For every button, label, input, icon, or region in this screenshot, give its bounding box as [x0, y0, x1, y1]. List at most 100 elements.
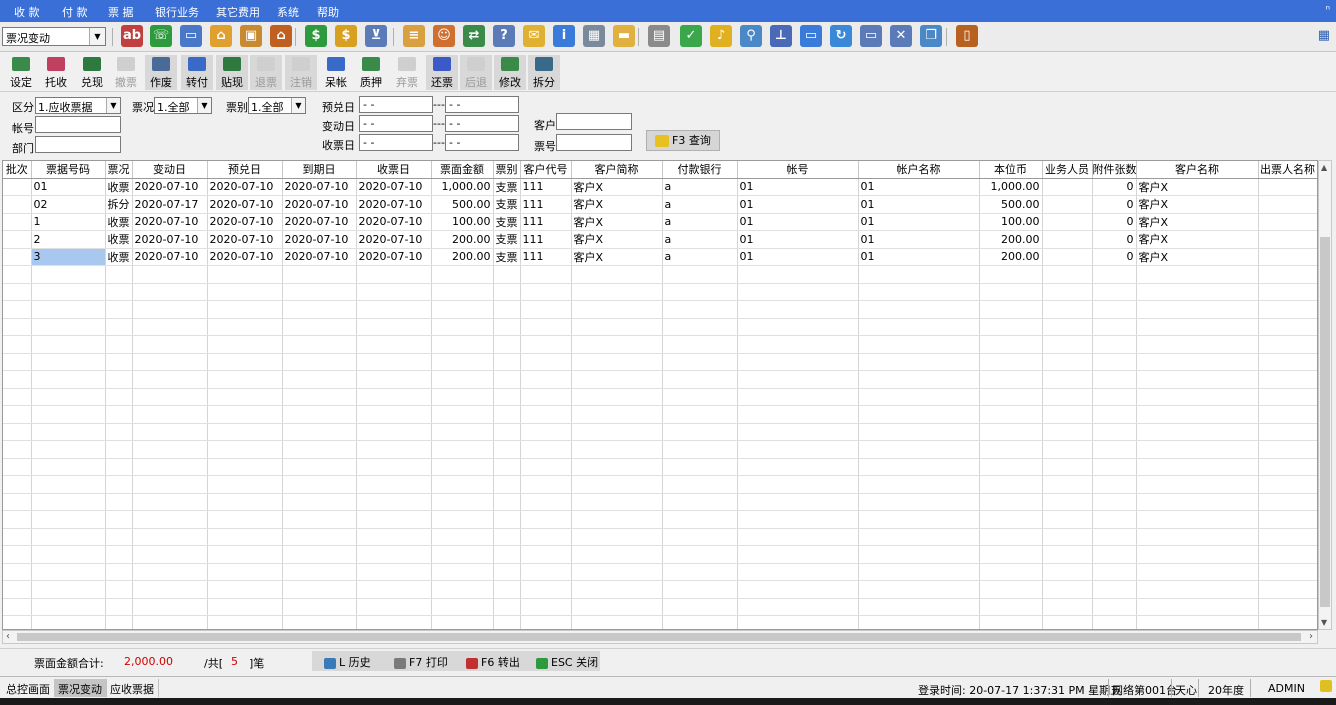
search-icon[interactable]: ⚲ [740, 25, 762, 47]
table-cell[interactable] [207, 580, 283, 599]
table-cell[interactable] [282, 265, 357, 284]
table-cell[interactable] [737, 598, 859, 616]
menu-help[interactable]: 帮助 [317, 4, 339, 20]
table-cell[interactable] [356, 388, 432, 406]
window-icon[interactable]: ▭ [860, 25, 882, 47]
table-cell[interactable] [979, 458, 1043, 476]
horizontal-scrollbar[interactable]: ‹ › [2, 630, 1318, 644]
table-row[interactable] [3, 405, 1317, 424]
table-cell[interactable] [979, 615, 1043, 629]
table-cell[interactable] [520, 335, 572, 354]
table-cell[interactable] [207, 615, 283, 629]
table-cell[interactable]: 500.00 [979, 195, 1043, 214]
table-cell[interactable] [282, 615, 357, 629]
table-cell[interactable]: 2 [31, 230, 106, 249]
table-cell[interactable] [737, 353, 859, 371]
due-date-from[interactable]: - - [359, 96, 433, 113]
table-cell[interactable] [282, 440, 357, 459]
table-cell[interactable] [520, 493, 572, 511]
column-header[interactable]: 到期日 [282, 161, 357, 179]
table-cell[interactable] [979, 510, 1043, 529]
table-cell[interactable] [662, 545, 738, 564]
table-cell[interactable] [105, 388, 133, 406]
table-cell[interactable] [1042, 335, 1093, 354]
table-cell[interactable]: 2020-07-10 [282, 248, 357, 266]
table-cell[interactable] [3, 458, 32, 476]
table-cell[interactable] [431, 353, 494, 371]
table-cell[interactable] [3, 545, 32, 564]
table-cell[interactable] [105, 615, 133, 629]
menu-payment[interactable]: 付 款 [62, 4, 88, 20]
table-cell[interactable] [3, 563, 32, 581]
table-cell[interactable] [571, 300, 663, 319]
table-cell[interactable]: 02 [31, 195, 106, 214]
table-cell[interactable] [431, 475, 494, 494]
table-cell[interactable] [3, 195, 32, 214]
table-cell[interactable] [571, 423, 663, 441]
table-cell[interactable] [31, 423, 106, 441]
table-cell[interactable]: 拆分 [105, 195, 133, 214]
table-cell[interactable] [1042, 318, 1093, 336]
column-header[interactable]: 批次 [3, 161, 32, 179]
table-cell[interactable]: 2020-07-10 [282, 178, 357, 196]
table-cell[interactable] [31, 563, 106, 581]
table-cell[interactable] [979, 493, 1043, 511]
table-cell[interactable] [1136, 300, 1259, 319]
horizontal-scroll-thumb[interactable] [17, 633, 1301, 641]
redeem-button[interactable]: 兑现 [76, 55, 108, 90]
modify-button[interactable]: 修改 [494, 55, 526, 90]
table-cell[interactable] [520, 353, 572, 371]
chevron-down-icon[interactable]: ▼ [291, 98, 305, 113]
table-cell[interactable] [1258, 230, 1317, 249]
table-cell[interactable] [3, 405, 32, 424]
table-cell[interactable] [132, 458, 208, 476]
table-cell[interactable] [662, 388, 738, 406]
table-cell[interactable]: 2020-07-10 [356, 213, 432, 231]
table-cell[interactable] [1042, 475, 1093, 494]
table-row[interactable] [3, 283, 1317, 301]
table-row[interactable] [3, 493, 1317, 511]
table-cell[interactable] [737, 388, 859, 406]
table-cell[interactable] [31, 493, 106, 511]
table-cell[interactable]: 0 [1092, 195, 1137, 214]
table-cell[interactable] [132, 335, 208, 354]
table-cell[interactable] [105, 353, 133, 371]
table-cell[interactable] [3, 493, 32, 511]
table-cell[interactable] [132, 475, 208, 494]
table-cell[interactable] [520, 458, 572, 476]
table-cell[interactable]: 客户X [571, 178, 663, 196]
table-cell[interactable] [1136, 475, 1259, 494]
table-cell[interactable] [979, 423, 1043, 441]
table-cell[interactable] [207, 493, 283, 511]
table-cell[interactable] [431, 510, 494, 529]
withdraw-button[interactable]: 撤票 [110, 55, 142, 90]
table-cell[interactable] [979, 318, 1043, 336]
table-cell[interactable] [3, 370, 32, 389]
table-cell[interactable] [1092, 528, 1137, 546]
table-cell[interactable] [571, 370, 663, 389]
table-cell[interactable]: 01 [858, 248, 980, 266]
table-cell[interactable] [105, 405, 133, 424]
scroll-right-icon[interactable]: › [1309, 631, 1313, 642]
receive-date-to[interactable]: - - [445, 134, 519, 151]
table-row[interactable] [3, 528, 1317, 546]
table-cell[interactable] [571, 545, 663, 564]
table-cell[interactable] [3, 213, 32, 231]
table-cell[interactable]: 2020-07-10 [207, 178, 283, 196]
table-cell[interactable] [1258, 388, 1317, 406]
abc-icon[interactable]: ab [121, 25, 143, 47]
table-cell[interactable] [132, 440, 208, 459]
table-cell[interactable] [493, 598, 521, 616]
table-cell[interactable]: 1 [31, 213, 106, 231]
table-cell[interactable]: 客户X [571, 248, 663, 266]
table-cell[interactable] [1258, 265, 1317, 284]
table-cell[interactable] [979, 405, 1043, 424]
table-cell[interactable] [858, 440, 980, 459]
table-cell[interactable]: 客户X [571, 213, 663, 231]
table-cell[interactable]: 2020-07-10 [356, 178, 432, 196]
table-cell[interactable] [1258, 528, 1317, 546]
table-cell[interactable] [737, 458, 859, 476]
cart-icon[interactable]: ⊻ [365, 25, 387, 47]
table-cell[interactable] [356, 318, 432, 336]
table-cell[interactable] [737, 300, 859, 319]
